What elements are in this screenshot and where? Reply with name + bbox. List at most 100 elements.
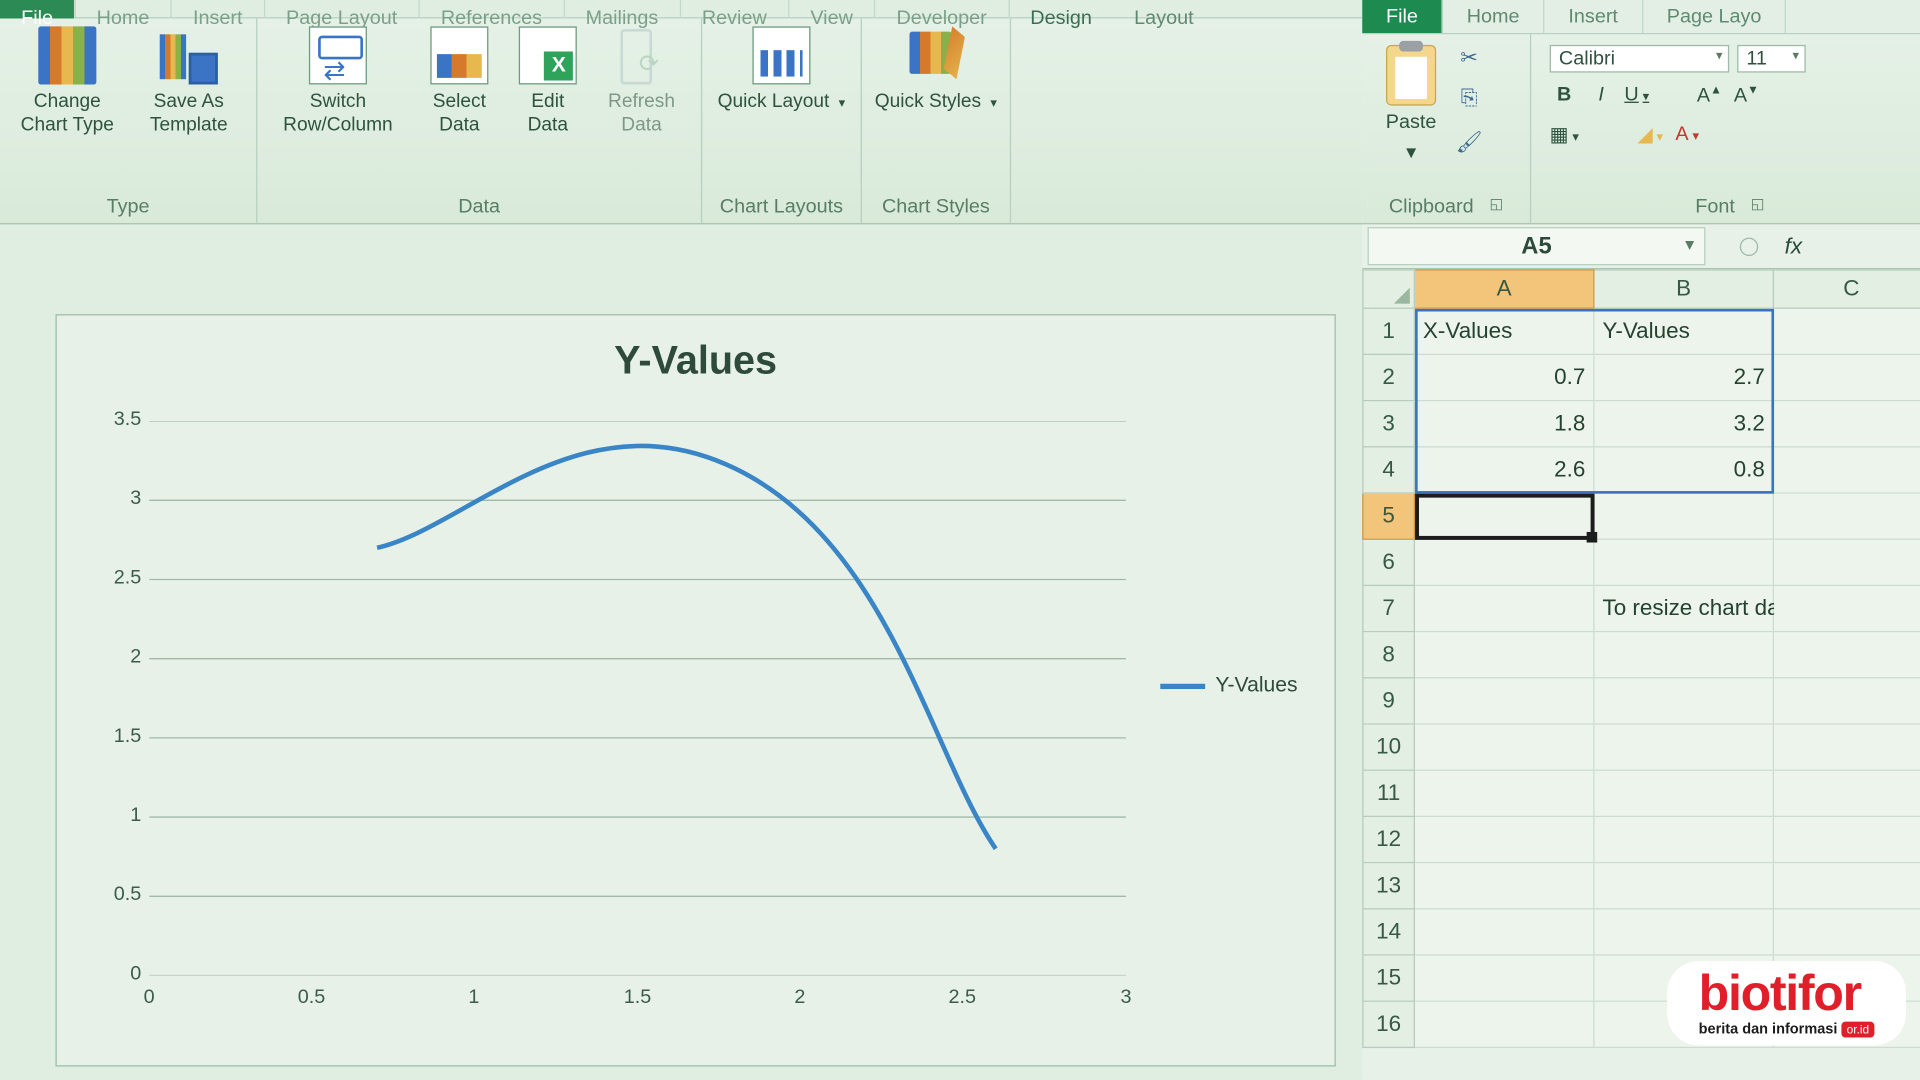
- tab-references[interactable]: References: [420, 0, 565, 18]
- borders-button[interactable]: ▦: [1550, 123, 1582, 152]
- cell-a7[interactable]: [1415, 586, 1595, 632]
- cell-b10[interactable]: [1595, 725, 1775, 771]
- cell-b6[interactable]: [1595, 540, 1775, 586]
- font-size-combo[interactable]: 11: [1737, 45, 1806, 73]
- cell-a11[interactable]: [1415, 771, 1595, 817]
- paste-button[interactable]: Paste: [1386, 111, 1437, 140]
- row-header-14[interactable]: 14: [1362, 909, 1415, 955]
- col-header-a[interactable]: A: [1415, 269, 1595, 309]
- row-header-3[interactable]: 3: [1362, 401, 1415, 447]
- font-color-button[interactable]: A: [1674, 123, 1703, 152]
- cell-a5[interactable]: [1415, 494, 1595, 540]
- row-header-12[interactable]: 12: [1362, 817, 1415, 863]
- cell-c1[interactable]: [1774, 309, 1920, 355]
- cell-a10[interactable]: [1415, 725, 1595, 771]
- tab-view[interactable]: View: [789, 0, 875, 18]
- cell-a9[interactable]: [1415, 678, 1595, 724]
- cut-icon[interactable]: ✂: [1455, 45, 1484, 74]
- row-header-16[interactable]: 16: [1362, 1002, 1415, 1048]
- tab-insert-right[interactable]: Insert: [1545, 0, 1643, 33]
- tab-review[interactable]: Review: [681, 0, 789, 18]
- tab-mailings[interactable]: Mailings: [565, 0, 681, 18]
- cell-b8[interactable]: [1595, 632, 1775, 678]
- cell-c7[interactable]: [1774, 586, 1920, 632]
- format-painter-icon[interactable]: 🖌: [1455, 129, 1484, 158]
- change-chart-type-button[interactable]: ChangeChart Type: [8, 24, 127, 138]
- select-data-button[interactable]: SelectData: [413, 24, 505, 138]
- cell-c11[interactable]: [1774, 771, 1920, 817]
- cell-c4[interactable]: [1774, 447, 1920, 493]
- chart-legend[interactable]: Y-Values: [1160, 675, 1298, 699]
- cell-a12[interactable]: [1415, 817, 1595, 863]
- row-header-10[interactable]: 10: [1362, 725, 1415, 771]
- font-name-combo[interactable]: Calibri: [1550, 45, 1730, 73]
- row-header-15[interactable]: 15: [1362, 956, 1415, 1002]
- cell-a13[interactable]: [1415, 863, 1595, 909]
- quick-layout-button[interactable]: Quick Layout: [710, 24, 853, 116]
- row-header-2[interactable]: 2: [1362, 355, 1415, 401]
- tab-file-right[interactable]: File: [1362, 0, 1443, 33]
- cell-c6[interactable]: [1774, 540, 1920, 586]
- cell-c13[interactable]: [1774, 863, 1920, 909]
- tab-file[interactable]: File: [0, 0, 75, 18]
- tab-insert[interactable]: Insert: [172, 0, 265, 18]
- cell-b4[interactable]: 0.8: [1595, 447, 1775, 493]
- row-header-11[interactable]: 11: [1362, 771, 1415, 817]
- tab-home-right[interactable]: Home: [1443, 0, 1545, 33]
- cell-c2[interactable]: [1774, 355, 1920, 401]
- edit-data-button[interactable]: EditData: [508, 24, 587, 138]
- name-box[interactable]: A5: [1368, 227, 1706, 265]
- row-header-8[interactable]: 8: [1362, 632, 1415, 678]
- col-header-b[interactable]: B: [1595, 269, 1775, 309]
- select-all-corner[interactable]: [1362, 269, 1415, 309]
- tab-page-layout[interactable]: Page Layout: [265, 0, 420, 18]
- cell-a1[interactable]: X-Values: [1415, 309, 1595, 355]
- decrease-font-button[interactable]: A▼: [1732, 83, 1761, 112]
- col-header-c[interactable]: C: [1774, 269, 1920, 309]
- cell-a3[interactable]: 1.8: [1415, 401, 1595, 447]
- cell-c5[interactable]: [1774, 494, 1920, 540]
- tab-page-layout-right[interactable]: Page Layo: [1643, 0, 1787, 33]
- save-as-template-button[interactable]: Save AsTemplate: [129, 24, 248, 138]
- cell-a4[interactable]: 2.6: [1415, 447, 1595, 493]
- row-header-5[interactable]: 5: [1362, 494, 1415, 540]
- cell-c12[interactable]: [1774, 817, 1920, 863]
- cell-b12[interactable]: [1595, 817, 1775, 863]
- cell-a16[interactable]: [1415, 1002, 1595, 1048]
- copy-icon[interactable]: ⎘: [1455, 87, 1484, 116]
- chart-title[interactable]: Y-Values: [57, 339, 1335, 384]
- underline-button[interactable]: U: [1624, 83, 1653, 112]
- cell-c10[interactable]: [1774, 725, 1920, 771]
- cell-a15[interactable]: [1415, 956, 1595, 1002]
- cell-c14[interactable]: [1774, 909, 1920, 955]
- row-header-6[interactable]: 6: [1362, 540, 1415, 586]
- tab-developer[interactable]: Developer: [875, 0, 1009, 18]
- paste-dropdown[interactable]: ▾: [1397, 140, 1426, 169]
- increase-font-button[interactable]: A▲: [1695, 83, 1724, 112]
- cell-a14[interactable]: [1415, 909, 1595, 955]
- cell-a6[interactable]: [1415, 540, 1595, 586]
- series-line[interactable]: [377, 446, 996, 849]
- cell-b2[interactable]: 2.7: [1595, 355, 1775, 401]
- cell-c3[interactable]: [1774, 401, 1920, 447]
- cell-b3[interactable]: 3.2: [1595, 401, 1775, 447]
- embedded-chart[interactable]: Y-Values 3.5 3 2.5 2 1.5 1 0.5 0: [55, 314, 1335, 1066]
- tab-layout[interactable]: Layout: [1113, 0, 1215, 18]
- cell-b11[interactable]: [1595, 771, 1775, 817]
- row-header-7[interactable]: 7: [1362, 586, 1415, 632]
- cell-b7[interactable]: To resize chart data ra: [1595, 586, 1775, 632]
- cell-b1[interactable]: Y-Values: [1595, 309, 1775, 355]
- fill-color-button[interactable]: ◢: [1637, 123, 1666, 152]
- tab-home[interactable]: Home: [75, 0, 171, 18]
- tab-design[interactable]: Design: [1009, 0, 1113, 18]
- cell-b13[interactable]: [1595, 863, 1775, 909]
- clipboard-dialog-launcher[interactable]: ◱: [1489, 195, 1503, 217]
- row-header-13[interactable]: 13: [1362, 863, 1415, 909]
- row-header-4[interactable]: 4: [1362, 447, 1415, 493]
- insert-function-button[interactable]: fx: [1785, 233, 1802, 259]
- cell-a2[interactable]: 0.7: [1415, 355, 1595, 401]
- row-header-1[interactable]: 1: [1362, 309, 1415, 355]
- bold-button[interactable]: B: [1550, 83, 1579, 112]
- cell-c9[interactable]: [1774, 678, 1920, 724]
- cell-b9[interactable]: [1595, 678, 1775, 724]
